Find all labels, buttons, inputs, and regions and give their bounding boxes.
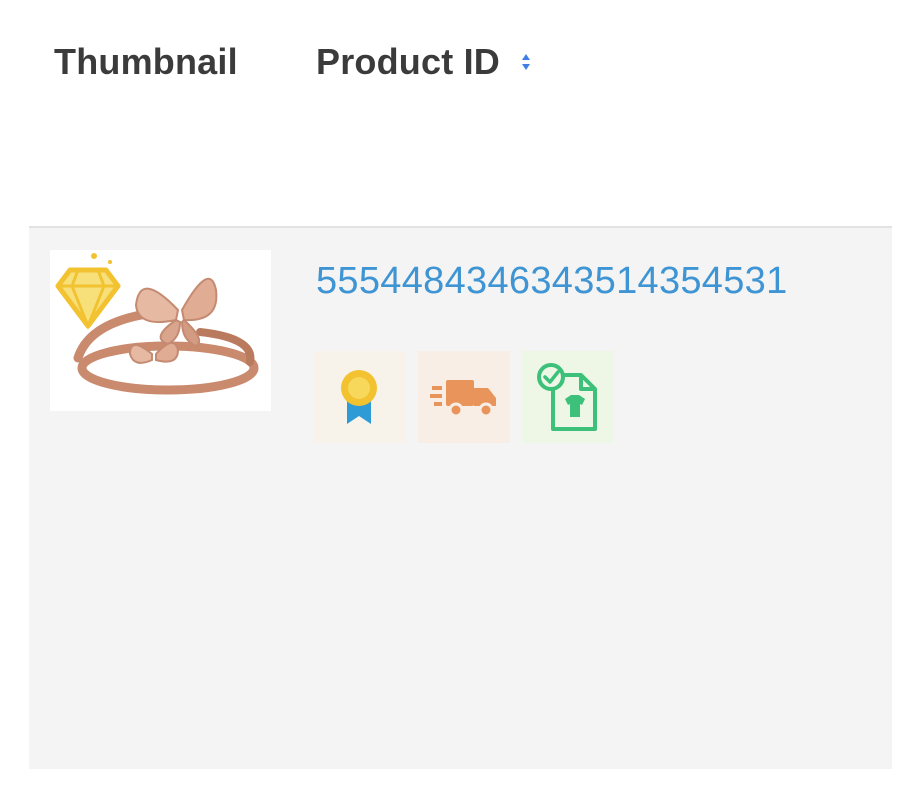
award-badge[interactable] <box>314 351 406 443</box>
table-header: Thumbnail Product ID <box>0 0 918 226</box>
diamond-icon <box>55 253 121 331</box>
product-thumbnail[interactable] <box>50 250 271 411</box>
verified-product-doc-icon <box>537 363 597 431</box>
column-header-product-id[interactable]: Product ID <box>316 38 532 86</box>
product-id-link[interactable]: 5554484346343514354531 <box>316 258 788 304</box>
table-row: 5554484346343514354531 <box>29 226 892 769</box>
product-badges <box>314 351 614 443</box>
butterfly-ring-image <box>55 253 259 395</box>
verified-product-badge[interactable] <box>522 351 614 443</box>
column-header-product-id-label: Product ID <box>316 41 501 82</box>
award-ribbon-icon <box>341 370 377 424</box>
column-header-thumbnail: Thumbnail <box>54 41 238 82</box>
sort-icon[interactable] <box>520 49 532 75</box>
product-table: Thumbnail Product ID 5554484346343514354… <box>0 0 918 786</box>
fast-shipping-badge[interactable] <box>418 351 510 443</box>
fast-shipping-truck-icon <box>430 380 496 418</box>
